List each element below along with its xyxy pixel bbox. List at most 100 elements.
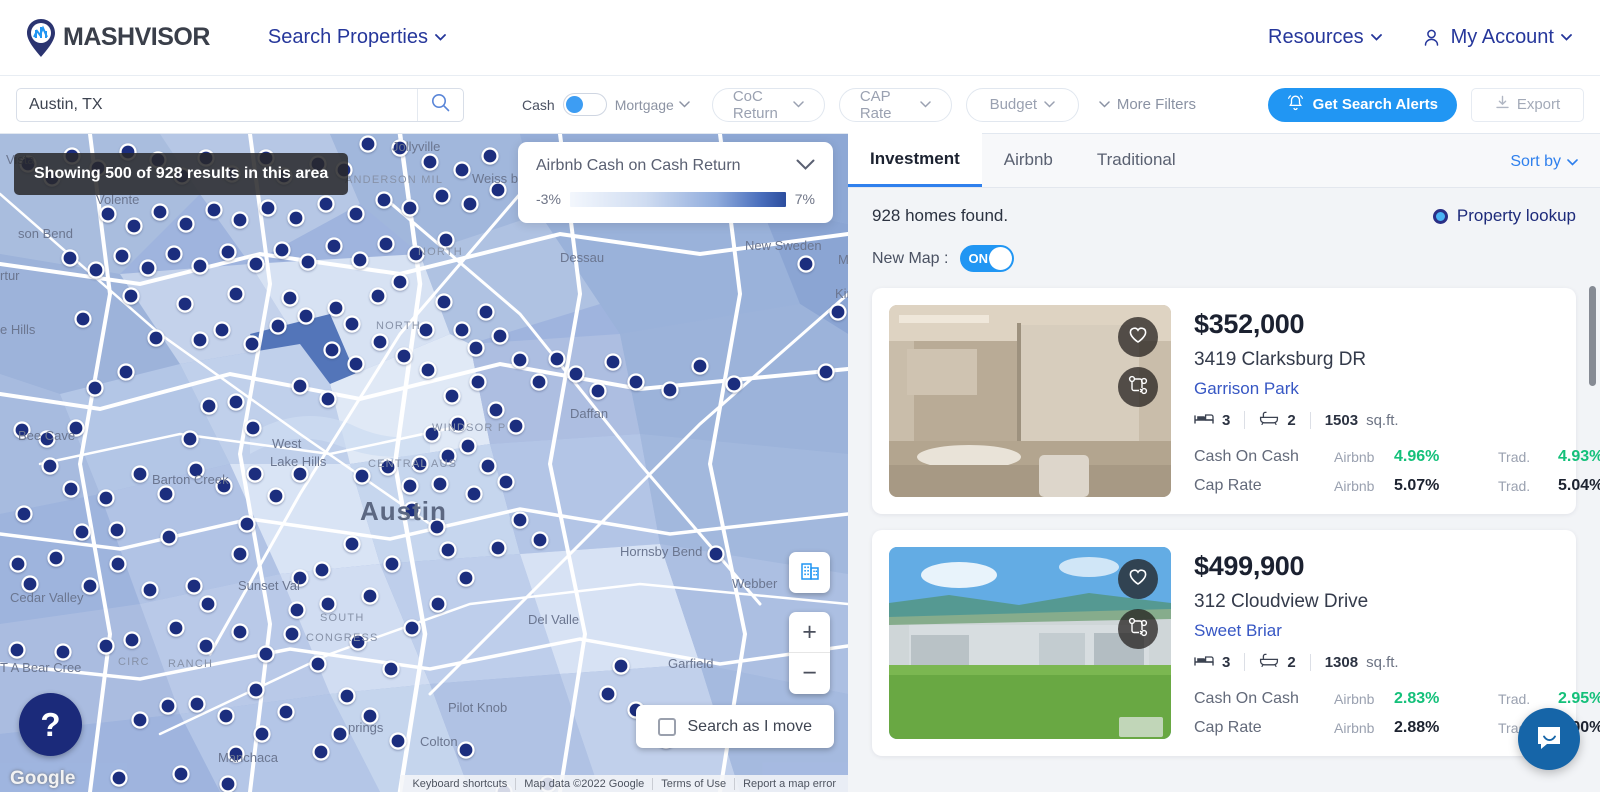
metric-airbnb-value: 2.83% xyxy=(1394,690,1466,708)
property-price: $499,900 xyxy=(1194,551,1600,582)
download-icon xyxy=(1495,95,1510,114)
chat-widget-button[interactable] xyxy=(1518,708,1580,770)
property-card-list: $352,000 3419 Clarksburg DR Garrison Par… xyxy=(848,278,1600,756)
sort-by-dropdown[interactable]: Sort by xyxy=(1510,153,1578,171)
results-tabs: Investment Airbnb Traditional Sort by xyxy=(848,134,1600,188)
nav-resources[interactable]: Resources xyxy=(1268,26,1382,49)
mashvisor-app: MASHVISOR Search Properties Resources xyxy=(0,0,1600,792)
property-card[interactable]: $499,900 312 Cloudview Drive Sweet Briar xyxy=(872,530,1576,756)
beds-spec: 3 xyxy=(1194,411,1244,429)
cash-mortgage-switch[interactable] xyxy=(563,93,607,116)
help-button[interactable]: ? xyxy=(19,693,82,756)
map-legend: Airbnb Cash on Cash Return -3% 7% xyxy=(518,142,833,223)
map-building-layer-button[interactable] xyxy=(789,552,830,593)
new-map-state: ON xyxy=(968,251,988,266)
metric-name: Cap Rate xyxy=(1194,719,1334,737)
compare-icon xyxy=(1128,375,1148,400)
more-filters-button[interactable]: More Filters xyxy=(1099,96,1196,113)
metric-trad-value: 4.93% xyxy=(1558,448,1600,466)
brand-logo[interactable]: MASHVISOR xyxy=(24,18,210,58)
results-scrollbar[interactable] xyxy=(1589,286,1596,386)
location-search-box[interactable] xyxy=(16,88,464,122)
metric-airbnb-label: Airbnb xyxy=(1334,478,1394,494)
legend-header[interactable]: Airbnb Cash on Cash Return xyxy=(536,157,815,175)
map-panel[interactable]: VistaVolenteJollyvilleson BendANDERSON M… xyxy=(0,134,848,792)
property-lookup-button[interactable]: Property lookup xyxy=(1433,206,1576,226)
search-as-i-move-toggle[interactable]: Search as I move xyxy=(636,705,835,748)
brand-name: MASHVISOR xyxy=(63,23,210,52)
property-metrics: Cash On Cash Airbnb 4.96% Trad. 4.93% Ca… xyxy=(1194,448,1600,495)
tab-airbnb[interactable]: Airbnb xyxy=(982,133,1075,187)
mortgage-toggle[interactable]: Mortgage xyxy=(615,97,690,113)
compare-button[interactable] xyxy=(1118,367,1158,407)
property-lookup-label: Property lookup xyxy=(1457,206,1576,226)
property-thumbnail[interactable] xyxy=(889,305,1171,497)
metric-airbnb-label: Airbnb xyxy=(1334,720,1394,736)
legend-min: -3% xyxy=(536,191,561,207)
beds-count: 3 xyxy=(1222,412,1230,429)
tab-traditional[interactable]: Traditional xyxy=(1075,133,1198,187)
results-banner: Showing 500 of 928 results in this area xyxy=(14,153,348,195)
new-map-toggle[interactable]: ON xyxy=(960,245,1014,272)
export-label: Export xyxy=(1517,96,1560,113)
metric-airbnb-value: 4.96% xyxy=(1394,448,1466,466)
nav-resources-label: Resources xyxy=(1268,26,1364,49)
new-map-label: New Map : xyxy=(872,250,948,268)
results-header: 928 homes found. Property lookup New Map… xyxy=(848,188,1600,278)
nav-search-properties[interactable]: Search Properties xyxy=(268,26,446,49)
compare-button[interactable] xyxy=(1118,609,1158,649)
person-icon xyxy=(1422,28,1441,47)
nav-my-account[interactable]: My Account xyxy=(1422,26,1572,49)
zoom-out-button[interactable]: − xyxy=(789,653,830,694)
search-button[interactable] xyxy=(417,89,463,121)
property-neighborhood-link[interactable]: Sweet Briar xyxy=(1194,621,1600,641)
google-watermark: Google xyxy=(10,768,75,790)
legend-title: Airbnb Cash on Cash Return xyxy=(536,157,741,175)
chevron-down-icon[interactable] xyxy=(796,157,815,175)
sqft-spec: 1308 sq.ft. xyxy=(1310,654,1413,671)
coc-return-filter[interactable]: CoC Return xyxy=(712,88,825,122)
metric-airbnb-value: 5.07% xyxy=(1394,477,1466,495)
bath-icon xyxy=(1259,653,1279,671)
search-as-i-move-checkbox[interactable] xyxy=(658,718,676,736)
property-card[interactable]: $352,000 3419 Clarksburg DR Garrison Par… xyxy=(872,288,1576,514)
map-attribution-footer: Keyboard shortcuts Map data ©2022 Google… xyxy=(400,775,848,792)
favorite-button[interactable] xyxy=(1118,317,1158,357)
results-panel: Investment Airbnb Traditional Sort by 92… xyxy=(848,134,1600,792)
tab-investment[interactable]: Investment xyxy=(848,133,982,187)
heart-icon xyxy=(1128,568,1148,591)
beds-spec: 3 xyxy=(1194,653,1244,671)
chat-bubble-icon xyxy=(1533,721,1565,758)
map-canvas[interactable] xyxy=(0,134,848,792)
cap-rate-filter[interactable]: CAP Rate xyxy=(839,88,952,122)
cap-rate-label: CAP Rate xyxy=(860,88,913,122)
get-search-alerts-button[interactable]: Get Search Alerts xyxy=(1268,88,1457,122)
map-pin-logo-icon xyxy=(24,18,58,58)
report-map-error-link[interactable]: Report a map error xyxy=(734,778,844,790)
property-neighborhood-link[interactable]: Garrison Park xyxy=(1194,379,1600,399)
map-zoom-controls: + − xyxy=(789,612,830,694)
legend-scale: -3% 7% xyxy=(536,191,815,207)
keyboard-shortcuts-link[interactable]: Keyboard shortcuts xyxy=(404,778,515,790)
chevron-down-icon xyxy=(1561,34,1572,41)
nav-my-account-label: My Account xyxy=(1451,26,1554,49)
export-button[interactable]: Export xyxy=(1471,88,1584,122)
chevron-down-icon xyxy=(435,34,446,41)
beds-count: 3 xyxy=(1222,654,1230,671)
nav-right-group: Resources My Account xyxy=(1268,26,1572,49)
heart-icon xyxy=(1128,326,1148,349)
bed-icon xyxy=(1194,653,1214,671)
favorite-button[interactable] xyxy=(1118,559,1158,599)
budget-filter[interactable]: Budget xyxy=(966,88,1079,122)
property-thumbnail[interactable] xyxy=(889,547,1171,739)
results-header-row-2: New Map : ON xyxy=(872,245,1576,272)
chevron-down-icon xyxy=(1567,153,1578,171)
search-input[interactable] xyxy=(17,89,417,121)
get-search-alerts-label: Get Search Alerts xyxy=(1313,96,1438,113)
baths-spec: 2 xyxy=(1244,411,1309,429)
sort-by-label: Sort by xyxy=(1510,153,1561,171)
zoom-in-button[interactable]: + xyxy=(789,612,830,653)
terms-of-use-link[interactable]: Terms of Use xyxy=(652,778,734,790)
chevron-down-icon xyxy=(1371,34,1382,41)
sqft-value: 1503 xyxy=(1325,412,1358,429)
